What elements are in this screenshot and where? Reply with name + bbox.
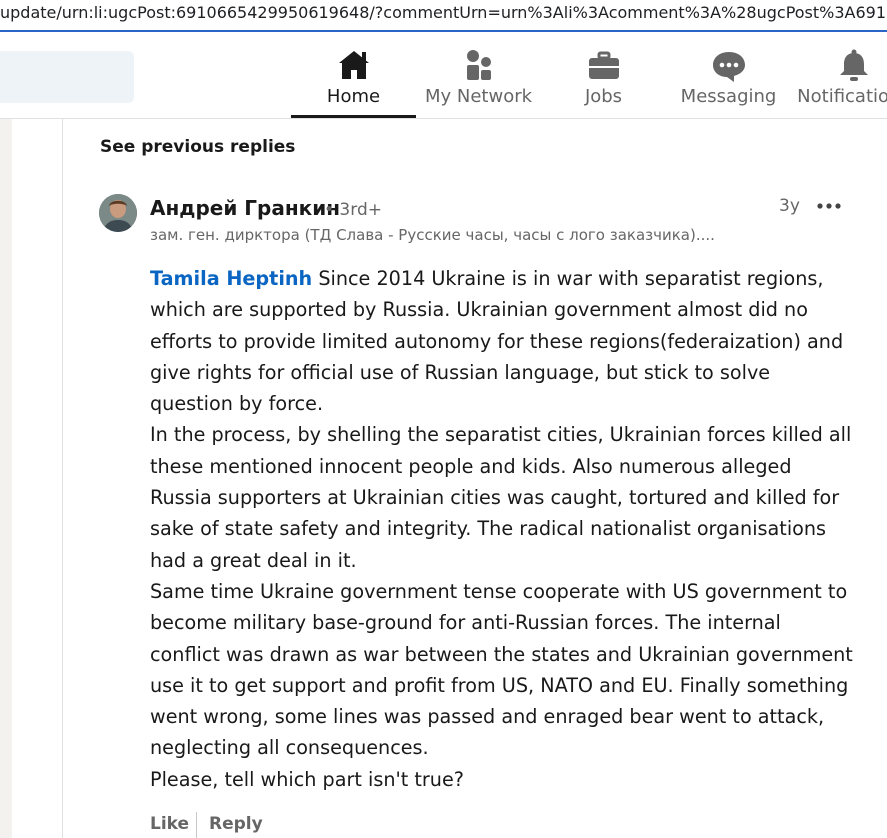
author-name[interactable]: Андрей Гранкин (150, 196, 340, 220)
comment-line: In the process, by shelling the separati… (150, 423, 852, 447)
comment-line: question by force. (150, 392, 324, 416)
nav-home-label: Home (326, 86, 381, 107)
see-previous-replies-button[interactable]: See previous replies (100, 137, 295, 157)
comment-timestamp: 3y (779, 196, 800, 216)
nav-messaging-label: Messaging (680, 86, 777, 107)
top-navigation: Home My Network Jobs Messaging Notificat… (0, 32, 887, 119)
comment-line: went wrong, some lines was passed and en… (150, 705, 825, 729)
action-divider (196, 812, 197, 838)
comment-line: Tamila Heptinh Since 2014 Ukraine is in … (150, 263, 862, 294)
avatar-image (99, 194, 137, 232)
comment-line-text: Since 2014 Ukraine is in war with separa… (312, 267, 824, 290)
nav-notifications-label: Notifications (797, 86, 887, 107)
nav-jobs[interactable]: Jobs (541, 32, 666, 118)
like-button[interactable]: Like (150, 814, 189, 834)
comment-line: these mentioned innocent people and kids… (150, 454, 792, 478)
comment-line: which are supported by Russia. Ukrainian… (150, 298, 808, 322)
comment-line: had a great deal in it. (150, 548, 357, 572)
comment-line: Same time Ukraine government tense coope… (150, 579, 848, 603)
comment-line: conflict was drawn as war between the st… (150, 642, 853, 666)
comment-line: become military base-ground for anti-Rus… (150, 611, 781, 635)
comment-line: Russia supporters at Ukrainian cities wa… (150, 486, 840, 510)
comment-line: use it to get support and profit from US… (150, 673, 849, 697)
connection-degree: • 3rd+ (324, 200, 382, 220)
chat-icon (712, 52, 745, 82)
nav-my-network-label: My Network (424, 86, 533, 107)
url-text[interactable]: update/urn:li:ugcPost:691066542995061964… (0, 3, 887, 22)
home-icon (338, 51, 369, 79)
nav-messaging[interactable]: Messaging (666, 32, 791, 118)
ellipsis-icon (817, 203, 841, 209)
nav-home[interactable]: Home (291, 32, 416, 118)
comment-body: Tamila Heptinh Since 2014 Ukraine is in … (150, 263, 862, 795)
bell-icon (839, 49, 868, 81)
author-headline: зам. ген. дирктора (ТД Слава - Русские ч… (150, 226, 715, 244)
comment-line: efforts to provide limited autonomy for … (150, 329, 844, 353)
comment-line: neglecting all consequences. (150, 736, 429, 760)
comment-line: sake of state safety and integrity. The … (150, 517, 827, 541)
search-input[interactable] (0, 51, 134, 103)
browser-address-bar[interactable]: update/urn:li:ugcPost:691066542995061964… (0, 0, 887, 32)
nav-my-network[interactable]: My Network (416, 32, 541, 118)
briefcase-icon (588, 51, 619, 79)
more-options-button[interactable] (814, 196, 844, 216)
nav-notifications[interactable]: Notifications (791, 32, 887, 118)
people-icon (466, 50, 491, 80)
avatar[interactable] (99, 194, 137, 232)
active-indicator (291, 115, 416, 118)
comment-line: Please, tell which part isn't true? (150, 767, 464, 791)
reply-button[interactable]: Reply (209, 814, 263, 834)
comment-line: give rights for official use of Russian … (150, 360, 771, 384)
mention-link[interactable]: Tamila Heptinh (150, 267, 312, 290)
nav-jobs-label: Jobs (584, 86, 623, 107)
